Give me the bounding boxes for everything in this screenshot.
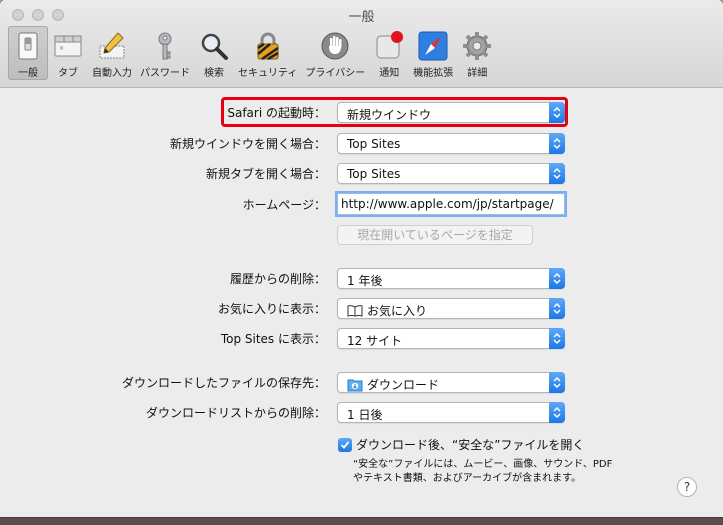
tab-tabs-label: タブ — [58, 68, 78, 79]
open-safe-files-checkbox[interactable] — [338, 438, 352, 452]
new-tab-label: 新規タブを開く場合： — [205, 167, 326, 181]
key-icon — [158, 32, 172, 60]
svg-text:×: × — [59, 45, 64, 52]
tab-privacy-label: プライバシー — [305, 68, 366, 79]
checkmark-icon — [340, 441, 350, 449]
tab-passwords[interactable]: パスワード — [136, 26, 194, 80]
tab-general[interactable]: 一般 — [8, 26, 48, 80]
favorites-show-popup[interactable]: お気に入り — [337, 298, 565, 319]
preferences-window: 一般 一般 × タブ 自動入力 パスワード 検索 セキュリティ プライバシー 通… — [0, 0, 723, 517]
history-remove-label: 履歴からの削除： — [229, 272, 326, 286]
download-list-remove-label: ダウンロードリストからの削除： — [145, 406, 326, 420]
download-location-label: ダウンロードしたファイルの保存先： — [121, 376, 326, 390]
gear-icon — [463, 32, 492, 60]
tab-privacy[interactable]: プライバシー — [301, 26, 369, 80]
topsites-show-label: Top Sites に表示： — [220, 332, 326, 346]
new-window-popup[interactable]: Top Sites — [337, 133, 565, 154]
topsites-show-value: 12 サイト — [347, 334, 403, 348]
favorites-show-content: お気に入り — [347, 302, 427, 319]
tab-tabs[interactable]: × タブ — [48, 26, 88, 80]
lock-icon — [256, 32, 279, 61]
book-icon — [347, 304, 363, 317]
popup-stepper-icon — [549, 268, 565, 289]
tab-autofill-label: 自動入力 — [92, 68, 132, 79]
history-remove-popup[interactable]: 1 年後 — [337, 268, 565, 289]
tab-passwords-label: パスワード — [140, 68, 190, 79]
startup-popup[interactable]: 新規ウインドウ — [337, 102, 565, 123]
tab-extensions[interactable]: 機能拡張 — [409, 26, 457, 80]
help-button[interactable]: ? — [677, 477, 697, 497]
tab-extensions-label: 機能拡張 — [413, 68, 454, 79]
popup-stepper-icon — [549, 372, 565, 393]
popup-stepper-icon — [549, 163, 565, 184]
safe-files-note: “安全な”ファイルには、ムービー、画像、サウンド、PDF やテキスト書類、および… — [353, 459, 613, 484]
hand-icon — [321, 32, 349, 60]
download-location-content: ダウンロード — [347, 376, 439, 393]
downloads-folder-icon — [347, 379, 363, 391]
download-list-remove-value: 1 日後 — [347, 408, 383, 422]
tab-search[interactable]: 検索 — [194, 26, 234, 80]
titlebar: 一般 一般 × タブ 自動入力 パスワード 検索 セキュリティ プライバシー 通… — [0, 0, 723, 88]
tab-autofill[interactable]: 自動入力 — [88, 26, 136, 80]
popup-stepper-icon — [549, 328, 565, 349]
tab-security-label: セキュリティ — [238, 68, 298, 79]
new-window-label: 新規ウインドウを開く場合： — [169, 137, 326, 151]
new-tab-value: Top Sites — [347, 167, 401, 181]
tab-advanced-label: 詳細 — [467, 68, 488, 79]
new-window-value: Top Sites — [347, 137, 401, 151]
set-current-page-button[interactable]: 現在開いているページを指定 — [337, 225, 533, 245]
homepage-value: http://www.apple.com/jp/startpage/ — [341, 197, 554, 211]
tabs-icon: × — [54, 35, 82, 57]
tab-notifications[interactable]: 通知 — [369, 26, 409, 80]
download-location-value: ダウンロード — [367, 378, 440, 392]
favorites-show-label: お気に入りに表示： — [217, 302, 326, 316]
popup-stepper-icon — [549, 402, 565, 423]
pencil-icon — [99, 32, 125, 59]
popup-stepper-icon — [549, 298, 565, 319]
download-location-popup[interactable]: ダウンロード — [337, 372, 565, 393]
open-safe-files-label: ダウンロード後、“安全な”ファイルを開く — [356, 438, 585, 452]
tab-notifications-label: 通知 — [379, 68, 400, 79]
tab-general-label: 一般 — [18, 68, 38, 79]
tab-advanced[interactable]: 詳細 — [457, 26, 497, 80]
startup-value: 新規ウインドウ — [347, 108, 432, 122]
switch-icon — [18, 32, 38, 60]
favorites-show-value: お気に入り — [367, 304, 428, 318]
startup-label: Safari の起動時： — [227, 106, 326, 120]
new-tab-popup[interactable]: Top Sites — [337, 163, 565, 184]
homepage-label: ホームページ： — [242, 198, 326, 212]
magnifier-icon — [201, 33, 228, 60]
notification-icon — [376, 31, 404, 59]
tab-security[interactable]: セキュリティ — [234, 26, 301, 80]
download-list-remove-popup[interactable]: 1 日後 — [337, 402, 565, 423]
preferences-toolbar: 一般 × タブ 自動入力 パスワード 検索 セキュリティ プライバシー 通知 機… — [8, 26, 497, 80]
popup-stepper-icon — [549, 133, 565, 154]
popup-stepper-icon — [549, 102, 565, 123]
topsites-show-popup[interactable]: 12 サイト — [337, 328, 565, 349]
general-pane: Safari の起動時： 新規ウインドウ 新規ウインドウを開く場合： Top S… — [0, 88, 723, 517]
window-title: 一般 — [348, 10, 375, 25]
extensions-icon — [418, 31, 448, 61]
tab-search-label: 検索 — [204, 68, 224, 79]
history-remove-value: 1 年後 — [347, 274, 383, 288]
homepage-field[interactable]: http://www.apple.com/jp/startpage/ — [337, 193, 565, 215]
